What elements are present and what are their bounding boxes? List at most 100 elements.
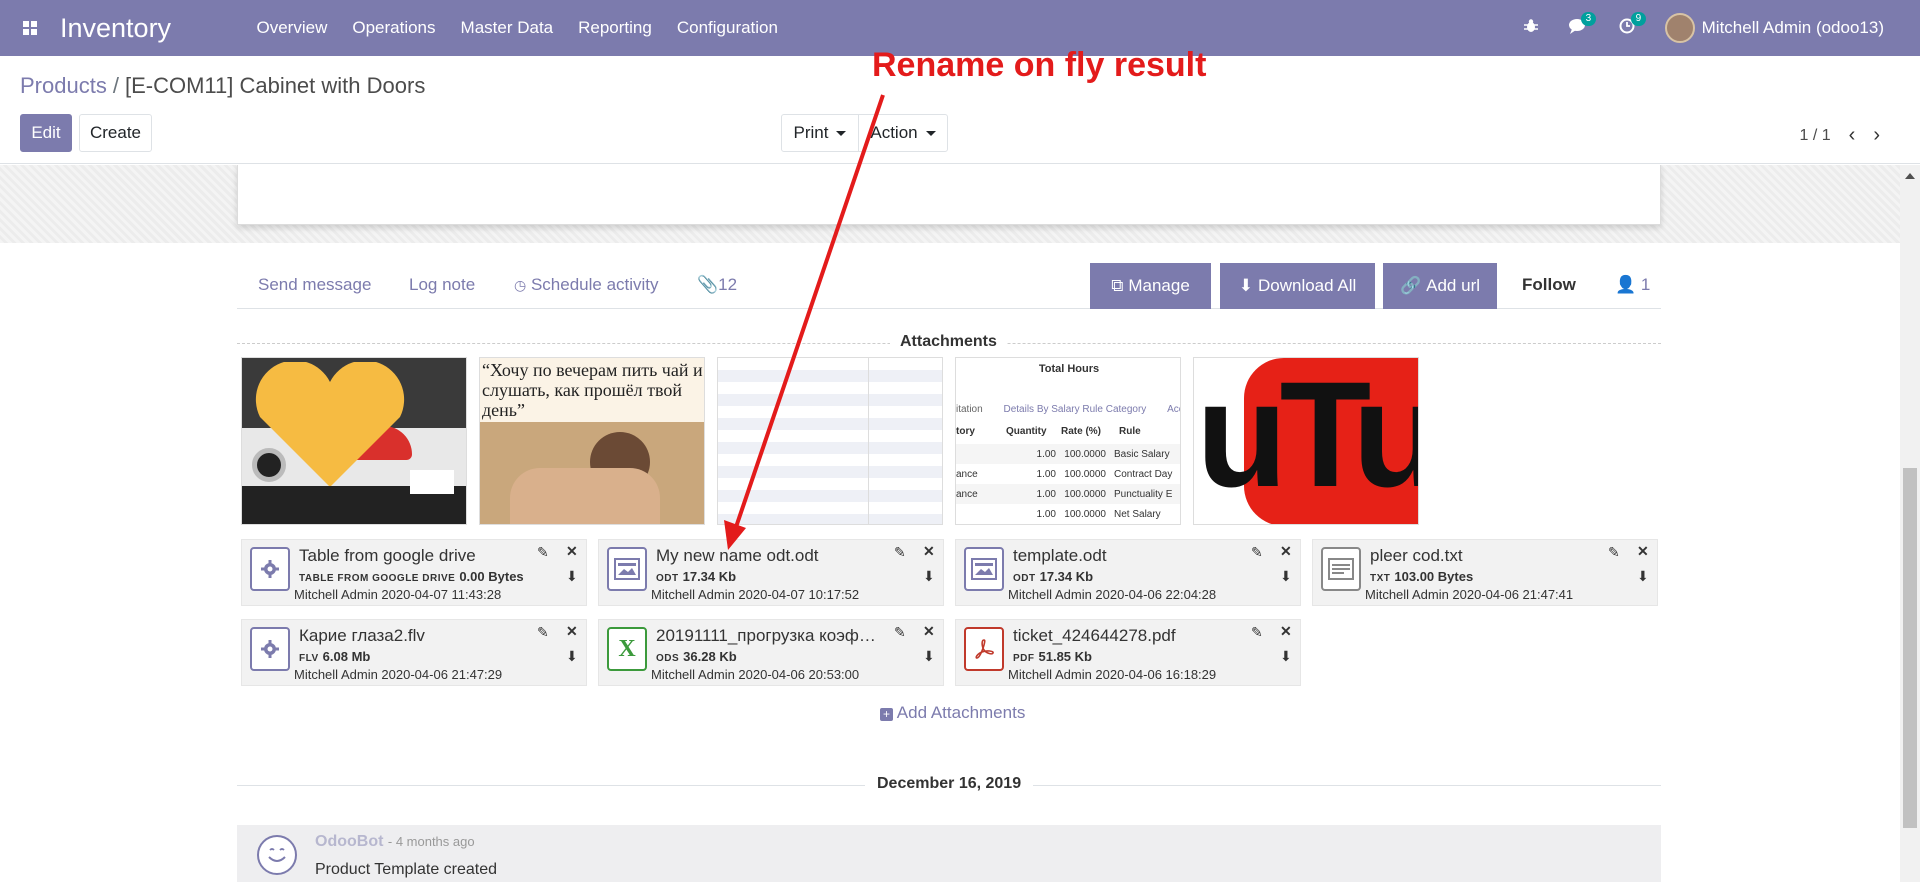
attachment-card[interactable]: Карие глаза2.flv FLV 6.08 Mb Mitchell Adm… <box>241 619 587 686</box>
download-all-button[interactable]: ⬇ Download All <box>1220 263 1375 309</box>
attachment-card[interactable]: My new name odt.odt ODT 17.34 Kb Mitchell… <box>598 539 944 606</box>
thumbnail-heart-car[interactable] <box>241 357 467 525</box>
download-all-label: Download All <box>1257 276 1357 295</box>
delete-icon[interactable]: ✕ <box>566 623 578 640</box>
delete-icon[interactable]: ✕ <box>1280 543 1292 560</box>
schedule-activity-link[interactable]: ◷ Schedule activity <box>514 275 659 295</box>
debug-bug-icon[interactable] <box>1523 18 1539 39</box>
download-icon[interactable]: ⬇ <box>566 648 578 665</box>
attachment-meta: TABLE FROM GOOGLE DRIVE 0.00 Bytes <box>299 569 524 584</box>
attachment-name[interactable]: Table from google drive <box>299 546 529 566</box>
menu-operations[interactable]: Operations <box>340 0 448 56</box>
edit-icon[interactable]: ✎ <box>1251 544 1263 561</box>
download-icon[interactable]: ⬇ <box>1280 648 1292 665</box>
messages-icon[interactable]: 3 <box>1568 11 1597 39</box>
pager-previous-icon[interactable]: ‹ <box>1849 124 1856 147</box>
user-menu[interactable]: Mitchell Admin (odoo13) <box>1664 13 1884 43</box>
add-url-label: Add url <box>1426 276 1481 295</box>
menu-overview[interactable]: Overview <box>244 0 340 56</box>
delete-icon[interactable]: ✕ <box>566 543 578 560</box>
caret-down-icon <box>836 130 847 136</box>
attachment-name[interactable]: pleer cod.txt <box>1370 546 1600 566</box>
thumb-col: tory <box>956 426 975 437</box>
edit-icon[interactable]: ✎ <box>894 544 906 561</box>
date-separator: December 16, 2019 <box>865 775 1034 793</box>
scrollbar-thumb[interactable] <box>1903 468 1917 828</box>
attachments-title: Attachments <box>890 333 1007 351</box>
activities-count-badge: 9 <box>1630 11 1647 26</box>
attachment-name[interactable]: ticket_424644278.pdf <box>1013 626 1243 646</box>
breadcrumb-products-link[interactable]: Products <box>20 73 107 98</box>
thumbnail-russian-quote[interactable]: “Хочу по вечерам пить чай и слушать, как… <box>479 357 705 525</box>
menu-reporting[interactable]: Reporting <box>566 0 665 56</box>
download-icon[interactable]: ⬇ <box>923 648 935 665</box>
add-url-button[interactable]: 🔗 Add url <box>1383 263 1497 309</box>
attachment-name[interactable]: 20191111_прогрузка коэфф… <box>656 626 886 646</box>
chatter-message: OdooBot - 4 months ago Product Template … <box>237 825 1661 882</box>
thumbnail-salary-list[interactable] <box>717 357 943 525</box>
edit-button[interactable]: Edit <box>20 114 72 152</box>
attachment-name[interactable]: template.odt <box>1013 546 1243 566</box>
attachment-author-date: Mitchell Admin 2020-04-06 22:04:28 <box>1008 587 1217 602</box>
edit-icon[interactable]: ✎ <box>537 624 549 641</box>
attachment-ext: ODT <box>656 573 679 584</box>
scroll-up-arrow-icon[interactable] <box>1905 173 1915 179</box>
attachment-name[interactable]: Карие глаза2.flv <box>299 626 529 646</box>
download-icon[interactable]: ⬇ <box>923 568 935 585</box>
thumbnail-total-hours-title: Total Hours <box>1038 363 1100 375</box>
clock-icon: ◷ <box>514 277 527 293</box>
attachment-card[interactable]: Table from google drive TABLE FROM GOOGL… <box>241 539 587 606</box>
thumbnail-total-hours[interactable]: Total Hours itation Details By Salary Ru… <box>955 357 1181 525</box>
edit-icon[interactable]: ✎ <box>1251 624 1263 641</box>
manage-button[interactable]: ⧉ Manage <box>1090 263 1211 309</box>
download-icon[interactable]: ⬇ <box>566 568 578 585</box>
attachment-ext: FLV <box>299 653 319 664</box>
log-note-link[interactable]: Log note <box>409 275 475 295</box>
delete-icon[interactable]: ✕ <box>1280 623 1292 640</box>
attachment-size: 17.34 Kb <box>682 569 737 584</box>
message-author-name[interactable]: OdooBot <box>315 833 383 850</box>
attachment-ext: PDF <box>1013 653 1035 664</box>
attachment-author-date: Mitchell Admin 2020-04-06 21:47:41 <box>1365 587 1574 602</box>
print-dropdown[interactable]: Print <box>781 114 859 152</box>
attachment-card[interactable]: pleer cod.txt TXT 103.00 Bytes Mitchell A… <box>1312 539 1658 606</box>
attachment-name[interactable]: My new name odt.odt <box>656 546 886 566</box>
attachment-size: 0.00 Bytes <box>459 569 524 584</box>
pager-value[interactable]: 1 / 1 <box>1800 127 1831 145</box>
delete-icon[interactable]: ✕ <box>923 543 935 560</box>
message-author: OdooBot - 4 months ago <box>315 833 475 851</box>
create-button[interactable]: Create <box>79 114 152 152</box>
youtube-logo-text: uTub <box>1196 357 1418 518</box>
add-attachments-link[interactable]: + Add Attachments <box>880 703 1025 723</box>
delete-icon[interactable]: ✕ <box>923 623 935 640</box>
download-icon[interactable]: ⬇ <box>1280 568 1292 585</box>
page-scrollbar[interactable] <box>1900 165 1920 882</box>
pager-next-icon[interactable]: › <box>1873 124 1880 147</box>
action-dropdown[interactable]: Action <box>858 114 948 152</box>
edit-icon[interactable]: ✎ <box>537 544 549 561</box>
attachment-card[interactable]: ticket_424644278.pdf PDF 51.85 Kb Mitchel… <box>955 619 1301 686</box>
followers-button[interactable]: 👤 1 <box>1615 275 1650 295</box>
thumb-tab-2: Details By Salary Rule Category <box>1003 404 1147 415</box>
attachment-size: 51.85 Kb <box>1038 649 1092 664</box>
menu-configuration[interactable]: Configuration <box>664 0 790 56</box>
apps-menu-icon[interactable] <box>0 0 60 56</box>
delete-icon[interactable]: ✕ <box>1637 543 1649 560</box>
thumbnail-youtube[interactable]: uTub <box>1193 357 1419 525</box>
attachment-meta: FLV 6.08 Mb <box>299 649 370 664</box>
attachment-count-link[interactable]: 📎12 <box>697 275 737 295</box>
app-brand[interactable]: Inventory <box>60 13 244 44</box>
download-icon[interactable]: ⬇ <box>1637 568 1649 585</box>
edit-icon[interactable]: ✎ <box>894 624 906 641</box>
menu-master-data[interactable]: Master Data <box>448 0 566 56</box>
follow-button[interactable]: Follow <box>1522 275 1576 295</box>
download-icon: ⬇ <box>1238 276 1253 295</box>
attachment-card[interactable]: X 20191111_прогрузка коэфф… ODS 36.28 Kb … <box>598 619 944 686</box>
send-message-link[interactable]: Send message <box>258 275 371 295</box>
attachment-card[interactable]: template.odt ODT 17.34 Kb Mitchell Admin … <box>955 539 1301 606</box>
plus-square-icon: + <box>880 708 893 721</box>
image-file-icon <box>964 547 1004 591</box>
activities-clock-icon[interactable]: 9 <box>1619 11 1647 39</box>
attachment-count: 12 <box>718 275 738 294</box>
edit-icon[interactable]: ✎ <box>1608 544 1620 561</box>
